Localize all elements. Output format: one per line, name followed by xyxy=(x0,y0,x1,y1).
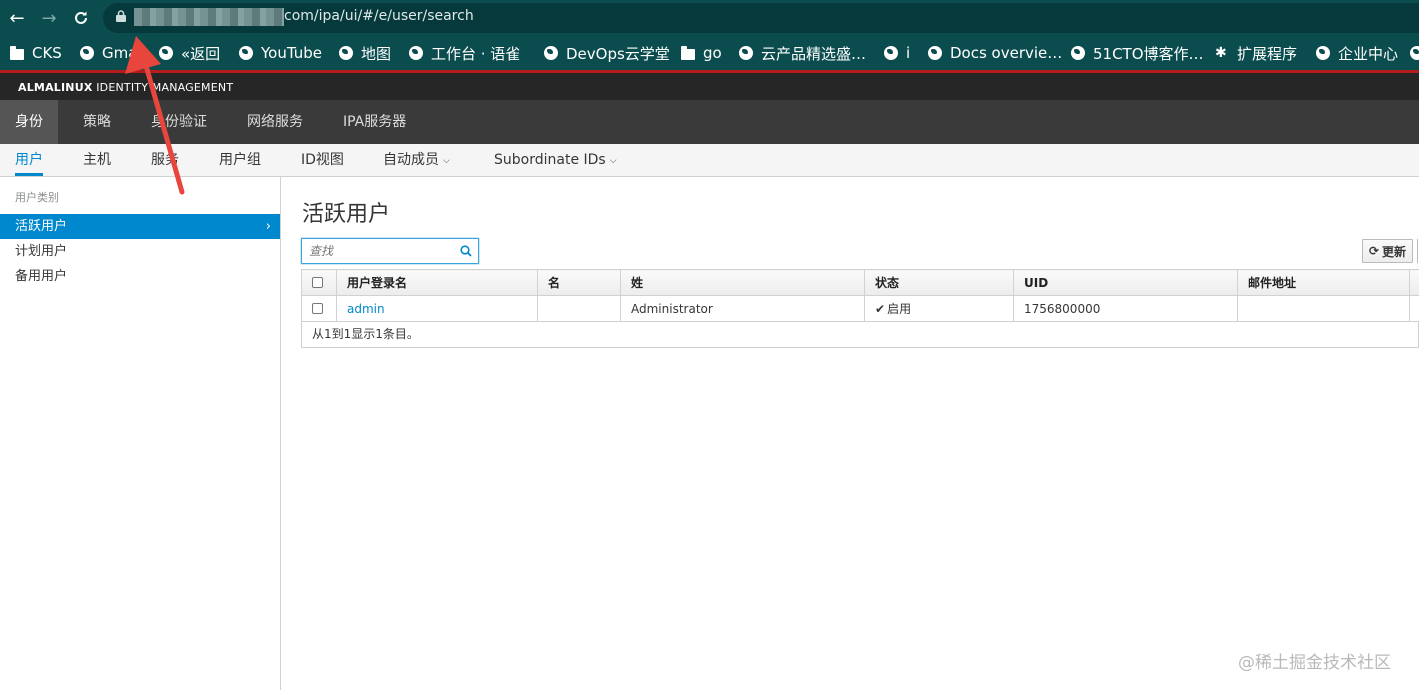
column-header-status[interactable]: 状态 xyxy=(864,269,1014,296)
page-title: 活跃用户 xyxy=(302,202,391,227)
bookmark-extensions[interactable]: ✱ 扩展程序 xyxy=(1215,43,1297,63)
column-header-uid[interactable]: UID xyxy=(1013,269,1238,296)
refresh-button[interactable]: ⟳ 更新 xyxy=(1362,239,1413,263)
bookmark-devops[interactable]: DevOps云学堂 xyxy=(544,43,670,63)
select-all-cell xyxy=(301,269,337,296)
globe-icon xyxy=(739,46,753,60)
forward-arrow-icon[interactable]: → xyxy=(37,6,61,30)
sidebar-caption: 用户类别 xyxy=(15,191,59,204)
globe-icon xyxy=(239,46,253,60)
chevron-down-icon: ⌵ xyxy=(443,156,450,166)
back-arrow-icon[interactable]: ← xyxy=(5,6,29,30)
bookmark-i[interactable]: i xyxy=(884,43,910,63)
cell-last-name: Administrator xyxy=(620,295,865,322)
table-row: admin Administrator ✔ 启用 1756800000 xyxy=(301,295,1419,322)
refresh-icon: ⟳ xyxy=(1368,244,1380,258)
chevron-right-icon: › xyxy=(265,219,271,234)
cell-email xyxy=(1237,295,1410,322)
subtab-users[interactable]: 用户 xyxy=(15,144,43,176)
sidebar-item-active-users[interactable]: 活跃用户 › xyxy=(0,214,280,239)
cell-status: ✔ 启用 xyxy=(864,295,1014,322)
globe-icon xyxy=(928,46,942,60)
sidebar-item-stage-users[interactable]: 计划用户 xyxy=(0,239,280,264)
row-checkbox[interactable] xyxy=(312,302,323,314)
url-text: com/ipa/ui/#/e/user/search xyxy=(284,8,474,24)
reload-icon[interactable] xyxy=(69,6,93,30)
select-all-checkbox[interactable] xyxy=(312,276,323,288)
column-header-overflow xyxy=(1409,269,1419,296)
folder-icon xyxy=(10,45,24,60)
globe-icon xyxy=(159,46,173,60)
globe-icon xyxy=(544,46,558,60)
bookmark-yuque[interactable]: 工作台 · 语雀 xyxy=(409,43,520,63)
bookmark-map[interactable]: 地图 xyxy=(339,43,391,63)
search-box xyxy=(301,238,479,264)
lock-icon xyxy=(116,10,126,22)
cell-login: admin xyxy=(336,295,538,322)
tab-ipa-server[interactable]: IPA服务器 xyxy=(328,100,421,144)
bookmark-cks[interactable]: CKS xyxy=(10,43,62,63)
top-navigation: 身份 策略 身份验证 网络服务 IPA服务器 xyxy=(0,100,1419,144)
subtab-subordinate-ids[interactable]: Subordinate IDs ⌵ xyxy=(494,144,617,176)
globe-icon xyxy=(1410,46,1419,60)
subtab-services[interactable]: 服务 xyxy=(151,144,179,176)
bookmarks-bar: CKS Gma «返回 YouTube 地图 工作台 · 语雀 DevOps云学… xyxy=(0,36,1419,70)
bookmark-cloud-products[interactable]: 云产品精选盛… xyxy=(739,43,866,63)
subtab-automember[interactable]: 自动成员 ⌵ xyxy=(383,144,450,176)
bookmark-docs[interactable]: Docs overvie… xyxy=(928,43,1062,63)
subtab-hosts[interactable]: 主机 xyxy=(83,144,111,176)
tab-authentication[interactable]: 身份验证 xyxy=(136,100,222,144)
table-header-row: 用户登录名 名 姓 状态 UID 邮件地址 xyxy=(301,269,1419,296)
column-header-email[interactable]: 邮件地址 xyxy=(1237,269,1410,296)
bookmark-youtube[interactable]: YouTube xyxy=(239,43,322,63)
bookmark-enterprise[interactable]: 企业中心 xyxy=(1316,43,1398,63)
tab-policy[interactable]: 策略 xyxy=(68,100,126,144)
watermark: @稀土掘金技术社区 xyxy=(1238,653,1391,673)
row-select-cell xyxy=(301,295,337,322)
globe-icon xyxy=(339,46,353,60)
puzzle-icon: ✱ xyxy=(1215,45,1227,61)
cell-uid: 1756800000 xyxy=(1013,295,1238,322)
search-icon[interactable] xyxy=(460,245,472,257)
globe-icon xyxy=(884,46,898,60)
bookmark-51cto[interactable]: 51CTO博客作… xyxy=(1071,43,1204,63)
globe-icon xyxy=(1316,46,1330,60)
redacted-domain xyxy=(134,8,284,26)
subtab-id-views[interactable]: ID视图 xyxy=(301,144,344,176)
tab-network-services[interactable]: 网络服务 xyxy=(232,100,318,144)
bookmark-back[interactable]: «返回 xyxy=(159,43,220,63)
table-summary: 从1到1显示1条目。 xyxy=(301,321,1419,348)
browser-toolbar: ← → com/ipa/ui/#/e/user/search xyxy=(0,0,1419,36)
bookmark-go[interactable]: go xyxy=(681,43,722,63)
subtab-user-groups[interactable]: 用户组 xyxy=(219,144,261,176)
chevron-down-icon: ⌵ xyxy=(609,156,617,166)
bookmark-overflow[interactable] xyxy=(1410,43,1419,63)
cell-overflow xyxy=(1409,295,1419,322)
tab-identity[interactable]: 身份 xyxy=(0,100,58,144)
sidebar: 用户类别 活跃用户 › 计划用户 备用用户 xyxy=(0,177,281,690)
column-header-first-name[interactable]: 名 xyxy=(537,269,621,296)
users-table: 用户登录名 名 姓 状态 UID 邮件地址 admin Administrato… xyxy=(301,269,1419,322)
brand-logo: ALMALINUX IDENTITY MANAGEMENT xyxy=(18,81,234,94)
brand-bar: ALMALINUX IDENTITY MANAGEMENT xyxy=(0,73,1419,100)
cell-first-name xyxy=(537,295,621,322)
search-input[interactable] xyxy=(302,239,452,263)
sidebar-item-preserved-users[interactable]: 备用用户 xyxy=(0,264,280,289)
globe-icon xyxy=(80,46,94,60)
user-link-admin[interactable]: admin xyxy=(347,302,385,316)
bookmark-gmail[interactable]: Gma xyxy=(80,43,137,63)
column-header-login[interactable]: 用户登录名 xyxy=(336,269,538,296)
column-header-last-name[interactable]: 姓 xyxy=(620,269,865,296)
globe-icon xyxy=(409,46,423,60)
folder-icon xyxy=(681,45,695,60)
checkmark-icon: ✔ xyxy=(875,302,886,316)
globe-icon xyxy=(1071,46,1085,60)
sub-navigation: 用户 主机 服务 用户组 ID视图 自动成员 ⌵ Subordinate IDs ⌵ xyxy=(0,144,1419,177)
